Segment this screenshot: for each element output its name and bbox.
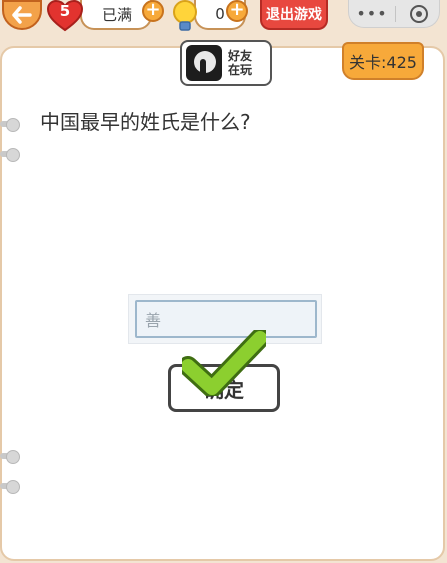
lives-count: 5 [59,2,71,20]
exit-game-button[interactable]: 退出游戏 [260,0,328,30]
more-icon[interactable]: ••• [349,4,395,23]
binder-hole [6,148,20,162]
question-text: 中国最早的姓氏是什么? [40,110,251,134]
mini-program-capsule: ••• [348,0,440,28]
friend-avatar [186,45,222,81]
friends-line-2: 在玩 [228,63,253,77]
lives-heart: 5 [46,0,84,32]
exit-game-label: 退出游戏 [266,7,322,23]
level-badge: 关卡:425 [342,42,424,80]
back-arrow-icon [12,6,32,24]
lives-status-box: 已满 [80,0,152,30]
add-hints-button[interactable]: + [226,0,248,22]
capsule-divider [395,5,396,22]
binder-hole [6,480,20,494]
add-lives-button[interactable]: + [142,0,164,22]
lightbulb-icon [170,0,200,34]
close-target-icon[interactable] [410,4,428,23]
plus-icon: + [145,0,161,20]
binder-hole [6,450,20,464]
level-label: 关卡:425 [349,53,417,72]
top-bar: 已满 5 + 0 + 退出游戏 ••• [0,0,447,36]
plus-icon: + [229,0,245,20]
friends-line-1: 好友 [228,49,253,63]
friends-playing-button[interactable]: 好友 在玩 [180,40,272,86]
hints-count: 0 [215,5,225,23]
more-dots: ••• [356,4,388,23]
lives-status-text: 已满 [102,5,133,24]
friends-playing-label: 好友 在玩 [228,49,252,77]
checkmark-icon [182,330,266,396]
binder-hole [6,118,20,132]
back-button[interactable] [2,0,42,30]
